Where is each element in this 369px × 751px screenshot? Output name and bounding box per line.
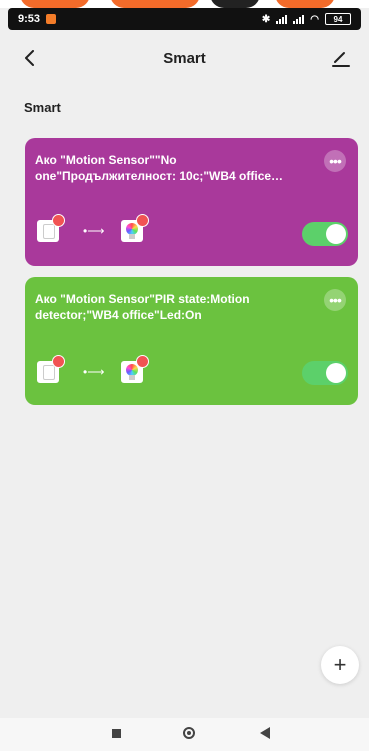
pencil-icon [332, 52, 350, 67]
more-options-button[interactable]: ••• [324, 150, 346, 172]
header: Smart [0, 40, 369, 76]
battery-icon: 94 [325, 13, 351, 25]
rgb-bulb-icon [121, 214, 149, 242]
link-badge-icon [52, 355, 65, 368]
status-bar: 9:53 ✱ ◠ 94 [8, 8, 361, 30]
recent-apps-icon[interactable] [112, 729, 121, 738]
wifi-icon: ◠ [310, 13, 319, 25]
scene-toggle[interactable] [302, 222, 348, 246]
arrow-right-icon: •⟶ [83, 224, 105, 238]
link-badge-icon [52, 214, 65, 227]
scene-toggle[interactable] [302, 361, 348, 385]
section-title: Smart [24, 100, 61, 115]
system-nav-bar [0, 718, 369, 751]
more-options-button[interactable]: ••• [324, 289, 346, 311]
home-icon[interactable] [183, 727, 195, 739]
nav-back-icon[interactable] [260, 727, 270, 739]
ellipsis-icon: ••• [329, 153, 342, 169]
scene-card[interactable]: Ако "Motion Sensor"PIR state:Motion dete… [25, 277, 358, 405]
signal-icon-2 [293, 14, 305, 24]
link-badge-icon [136, 355, 149, 368]
scene-description: Ако "Motion Sensor""No one"Продължително… [35, 153, 284, 183]
scene-description: Ако "Motion Sensor"PIR state:Motion dete… [35, 292, 250, 322]
link-badge-icon [136, 214, 149, 227]
arrow-right-icon: •⟶ [83, 365, 105, 379]
rgb-bulb-icon [121, 355, 149, 383]
scene-card[interactable]: Ако "Motion Sensor""No one"Продължително… [25, 138, 358, 266]
plus-icon: + [333, 652, 347, 677]
page-title: Smart [163, 50, 206, 67]
status-time: 9:53 [18, 13, 41, 25]
motion-sensor-icon [37, 214, 65, 242]
edit-button[interactable] [329, 46, 353, 70]
motion-sensor-icon [37, 355, 65, 383]
ellipsis-icon: ••• [329, 292, 342, 308]
notification-icon [46, 14, 57, 24]
add-scene-button[interactable]: + [321, 646, 359, 684]
top-decoration [0, 0, 369, 8]
signal-icon [276, 14, 288, 24]
bluetooth-icon: ✱ [261, 13, 271, 25]
